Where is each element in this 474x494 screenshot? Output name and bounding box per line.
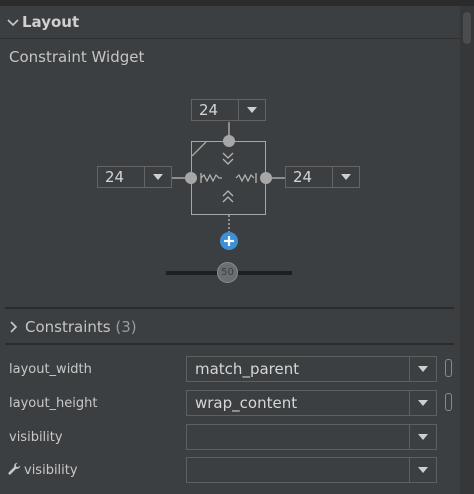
attr-label-tools-visibility: visibility xyxy=(24,463,78,478)
tools-visibility-dropdown-button[interactable] xyxy=(409,458,436,482)
attr-label-layout-height: layout_height xyxy=(9,396,98,411)
right-anchor xyxy=(260,172,272,184)
chevron-down-icon xyxy=(418,400,428,406)
divider xyxy=(5,343,454,345)
visibility-dropdown-button[interactable] xyxy=(409,425,436,449)
chevron-down-icon xyxy=(418,366,428,372)
attr-label-layout-width: layout_width xyxy=(9,362,92,377)
constraints-label: Constraints xyxy=(25,318,111,336)
layout-height-value: wrap_content xyxy=(195,394,298,412)
layout-height-dropdown[interactable]: wrap_content xyxy=(186,390,437,416)
top-anchor xyxy=(223,135,235,147)
left-anchor xyxy=(185,172,197,184)
bias-slider-knob[interactable]: 50 xyxy=(217,262,238,283)
visibility-dropdown[interactable] xyxy=(186,424,437,450)
constraint-lines xyxy=(172,122,285,232)
attr-label-visibility: visibility xyxy=(9,430,63,445)
wrench-icon xyxy=(8,462,21,475)
add-constraint-icon[interactable] xyxy=(219,231,239,251)
resource-picker-button[interactable] xyxy=(445,359,452,377)
layout-width-dropdown[interactable]: match_parent xyxy=(186,356,437,382)
chevron-down-icon xyxy=(418,434,428,440)
constraints-section[interactable]: Constraints (3) xyxy=(25,318,137,336)
tools-visibility-dropdown[interactable] xyxy=(186,457,437,483)
divider xyxy=(5,307,454,309)
layout-height-dropdown-button[interactable] xyxy=(409,391,436,415)
chevron-right-icon[interactable] xyxy=(9,321,19,333)
resource-picker-button[interactable] xyxy=(445,393,452,411)
layout-width-value: match_parent xyxy=(195,360,300,378)
chevron-down-icon xyxy=(418,467,428,473)
constraints-count: (3) xyxy=(115,318,137,336)
layout-width-dropdown-button[interactable] xyxy=(409,357,436,381)
